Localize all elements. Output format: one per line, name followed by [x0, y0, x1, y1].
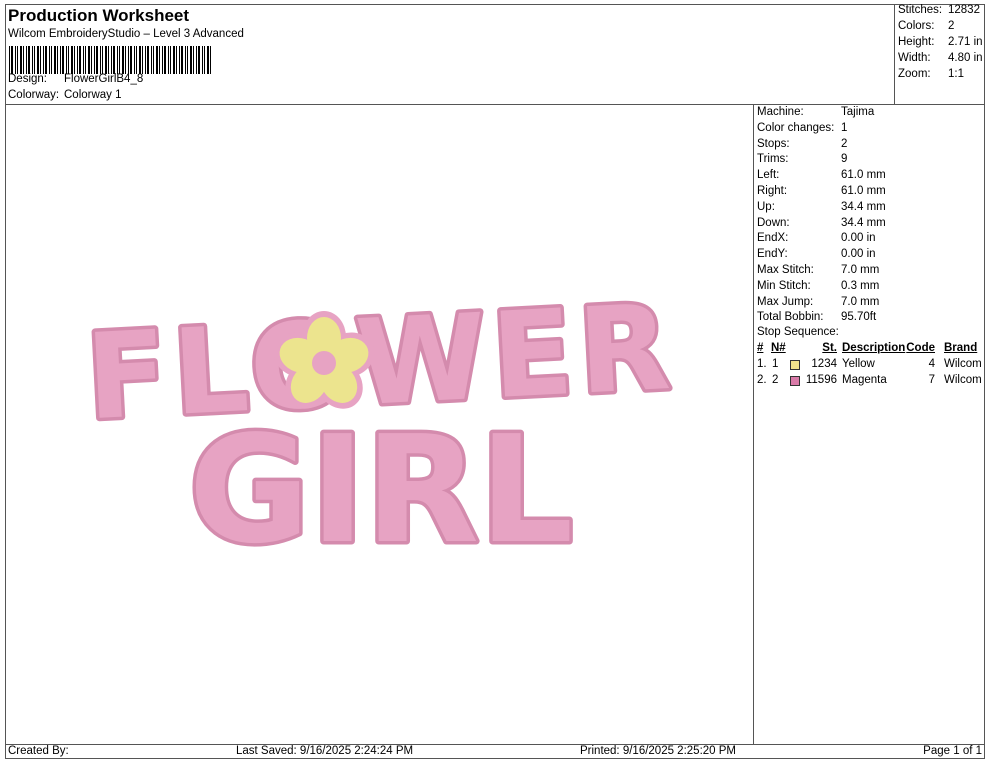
col-header-brand: Brand: [944, 342, 978, 354]
design-name: FlowerGirlB4_8: [64, 73, 144, 85]
stat-colors: Colors: 2: [898, 20, 955, 32]
info-row: Up: 34.4 mm: [757, 199, 886, 215]
stat-stitches: Stitches: 12832: [898, 4, 980, 16]
info-label: Left:: [757, 169, 780, 182]
info-row: EndX: 0.00 in: [757, 230, 876, 246]
printed-date: Printed: 9/16/2025 2:25:20 PM: [580, 745, 736, 757]
color-swatch: [790, 375, 800, 391]
info-row: Right: 61.0 mm: [757, 183, 886, 199]
info-label: Max Jump:: [757, 295, 814, 308]
info-value: 95.70ft: [841, 311, 877, 324]
info-value: 0.3 mm: [841, 279, 880, 292]
col-header-num: #: [757, 342, 764, 354]
color-swatch: [790, 359, 800, 375]
stop-brand: Wilcom: [944, 374, 982, 386]
info-value: 61.0 mm: [841, 169, 886, 182]
info-label: Up:: [757, 200, 775, 213]
stop-description: Magenta: [842, 374, 887, 386]
stat-height: Height: 2.71 in: [898, 36, 983, 48]
stop-brand: Wilcom: [944, 358, 982, 370]
info-label: Stops:: [757, 137, 790, 150]
info-value: 7.0 mm: [841, 264, 880, 276]
machine-info-panel: Machine: Tajima Color changes: 1 Stops: 2 Trim…: [753, 104, 985, 744]
girl-text: GIRL GIRL: [185, 401, 577, 580]
stop-sequence-title: Stop Sequence:: [757, 326, 839, 338]
stop-num: 1.: [757, 358, 767, 370]
info-value: 9: [841, 153, 848, 166]
info-label: Total Bobbin:: [757, 311, 824, 324]
stats-panel: Stitches: 12832 Colors: 2 Height: 2.71 in W…: [894, 4, 985, 104]
svg-text:GIRL: GIRL: [189, 404, 574, 576]
stop-stitches: 1234: [811, 358, 837, 370]
page-title: Production Worksheet: [8, 6, 190, 25]
info-value: 34.4 mm: [841, 216, 886, 229]
info-label: EndX:: [757, 232, 789, 245]
col-header-needle: N#: [771, 342, 786, 354]
info-row: Down: 34.4 mm: [757, 215, 886, 231]
last-saved: Last Saved: 9/16/2025 2:24:24 PM: [236, 745, 414, 757]
info-row: Min Stitch: 0.3 mm: [757, 278, 879, 294]
info-label: Max Stitch:: [757, 264, 814, 276]
design-preview: FLOWER FLOWER GIRL GIRL: [79, 274, 682, 580]
page-number: Page 1 of 1: [923, 745, 982, 757]
info-label: Right:: [757, 185, 788, 197]
info-label: EndY:: [757, 248, 788, 261]
stop-description: Yellow: [842, 358, 875, 370]
design-label: Design:: [8, 73, 47, 85]
info-row: Max Stitch: 7.0 mm: [757, 262, 879, 278]
info-label: Trims:: [757, 153, 789, 166]
info-row: Total Bobbin: 95.70ft: [757, 309, 876, 325]
info-value: Tajima: [841, 106, 875, 118]
stop-code: 7: [928, 374, 935, 386]
worksheet-header: Production Worksheet Wilcom EmbroiderySt…: [5, 4, 895, 104]
worksheet-footer: Created By: Last Saved: 9/16/2025 2:24:2…: [5, 744, 985, 759]
info-label: Color changes:: [757, 121, 835, 134]
info-value: 2: [841, 137, 848, 150]
col-header-code: Code: [906, 342, 935, 354]
info-value: 61.0 mm: [841, 185, 886, 197]
col-header-stitches: St.: [822, 342, 837, 354]
info-row: Trims: 9: [757, 151, 847, 167]
colorway-label: Colorway:: [8, 89, 60, 101]
stat-zoom: Zoom: 1:1: [898, 68, 964, 80]
design-row: Design: FlowerGirlB4_8: [8, 73, 143, 85]
info-value: 34.4 mm: [841, 200, 886, 213]
stop-code: 4: [928, 358, 935, 370]
info-row: Machine: Tajima: [757, 104, 874, 120]
created-by: Created By:: [8, 745, 69, 757]
info-value: 0.00 in: [841, 248, 876, 261]
info-value: 1: [841, 121, 848, 134]
info-row: Stops: 2: [757, 136, 847, 152]
stop-stitches: 11596: [805, 374, 837, 386]
colorway-row: Colorway: Colorway 1: [8, 89, 122, 101]
info-row: EndY: 0.00 in: [757, 246, 876, 262]
barcode: [9, 46, 211, 74]
colorway-name: Colorway 1: [64, 89, 122, 101]
info-label: Down:: [757, 216, 790, 229]
info-row: Max Jump: 7.0 mm: [757, 294, 879, 310]
info-value: 0.00 in: [841, 232, 876, 245]
info-row: Left: 61.0 mm: [757, 167, 886, 183]
stop-num: 2.: [757, 374, 767, 386]
stop-needle: 2: [772, 374, 779, 386]
info-label: Min Stitch:: [757, 279, 811, 292]
software-name: Wilcom EmbroideryStudio – Level 3 Advanc…: [8, 28, 244, 40]
stat-width: Width: 4.80 in: [898, 52, 983, 64]
stop-needle: 1: [772, 358, 779, 370]
info-value: 7.0 mm: [841, 295, 880, 308]
info-row: Color changes: 1: [757, 120, 847, 136]
col-header-description: Description: [842, 342, 906, 354]
info-label: Machine:: [757, 106, 804, 118]
